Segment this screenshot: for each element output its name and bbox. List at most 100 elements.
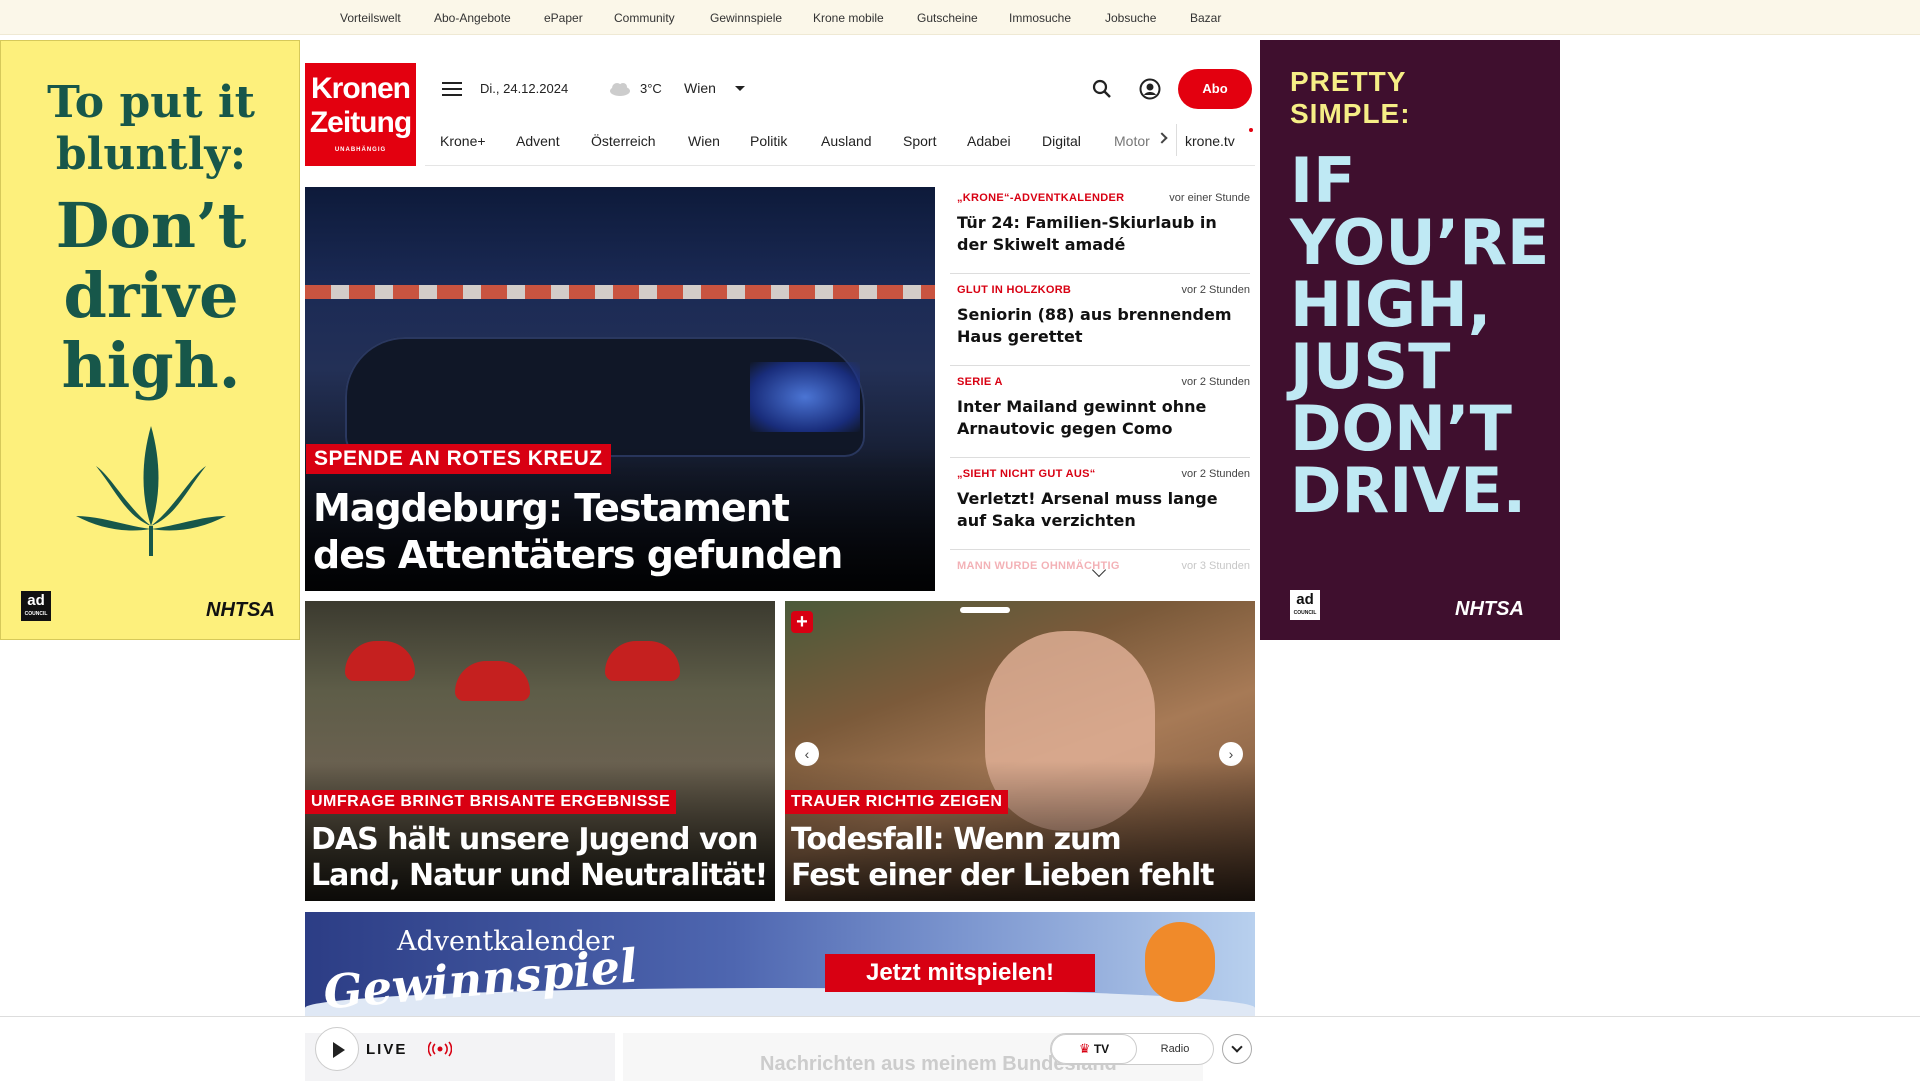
banner-cta-button[interactable]: Jetzt mitspielen! — [825, 954, 1095, 992]
logo-sub: UNABHÄNGIG — [334, 147, 387, 153]
news-list-item[interactable]: „KRONE“-ADVENTKALENDER vor einer Stunde … — [950, 182, 1250, 274]
topnav-link[interactable]: Bazar — [1190, 11, 1221, 25]
news-list-item[interactable]: SERIE A vor 2 Stunden Inter Mailand gewi… — [950, 366, 1250, 458]
ad-text: HIGH, — [1290, 268, 1492, 341]
right-ad-banner[interactable]: PRETTY SIMPLE: IF YOU’RE HIGH, JUST DON’… — [1260, 40, 1560, 640]
story-card[interactable]: + ‹ › TRAUER RICHTIG ZEIGEN Todesfall: W… — [785, 601, 1255, 901]
hero-story[interactable]: SPENDE AN ROTES KREUZ Magdeburg: Testame… — [305, 187, 935, 591]
card-tag: TRAUER RICHTIG ZEIGEN — [785, 790, 1009, 814]
live-label: LIVE — [366, 1041, 408, 1058]
advent-calendar-banner[interactable]: Adventkalender Gewinnspiel Jetzt mitspie… — [305, 912, 1255, 1016]
tv-radio-toggle[interactable]: ♛ TV Radio — [1050, 1033, 1214, 1065]
ad-text: SIMPLE: — [1290, 98, 1411, 129]
red-beret — [345, 641, 415, 681]
carousel-indicator — [960, 607, 1010, 613]
card-tag: UMFRAGE BRINGT BRISANTE ERGEBNISSE — [305, 790, 677, 814]
ad-council-logo: ad COUNCIL — [1290, 590, 1320, 620]
nav-item[interactable]: Motor — [1114, 133, 1150, 149]
ad-council-text: ad — [1296, 591, 1314, 608]
news-title: Inter Mailand gewinnt ohne Arnautovic ge… — [957, 397, 1207, 438]
news-kicker: GLUT IN HOLZKORB — [957, 284, 1072, 296]
cannabis-leaf-icon — [76, 426, 226, 556]
live-player-bar: Nachrichten aus meinem Bundesland LIVE ♛… — [0, 1016, 1920, 1081]
news-time: vor 2 Stunden — [1181, 376, 1251, 388]
topnav-link[interactable]: Abo-Angebote — [434, 11, 511, 25]
kronen-zeitung-logo[interactable]: Kronen Zeitung UNABHÄNGIG — [305, 63, 416, 166]
abo-button[interactable]: Abo — [1178, 69, 1252, 109]
hero-headline-line: des Attentäters gefunden — [313, 533, 843, 577]
tv-label: TV — [1093, 1042, 1110, 1056]
nav-item[interactable]: Österreich — [591, 133, 656, 149]
ad-text: IF — [1290, 144, 1356, 217]
krone-plus-icon: + — [791, 611, 813, 633]
card-headline-line: Todesfall: Wenn zum — [791, 822, 1122, 857]
ad-text: bluntly: — [55, 129, 247, 180]
nav-item[interactable]: Advent — [516, 133, 560, 149]
topnav-link[interactable]: Krone mobile — [813, 11, 884, 25]
krone-tv-link[interactable]: krone.tv — [1185, 133, 1235, 149]
radio-option[interactable]: Radio — [1137, 1034, 1213, 1064]
temperature: 3°C — [640, 81, 662, 96]
news-time: vor einer Stunde — [1169, 192, 1250, 204]
ad-text: DRIVE. — [1290, 454, 1527, 527]
expand-player-button[interactable] — [1222, 1034, 1252, 1064]
topnav-link[interactable]: Gewinnspiele — [710, 11, 782, 25]
chevron-down-icon — [1231, 1041, 1243, 1053]
left-ad-banner[interactable]: To put it bluntly: Don’t drive high. ad … — [0, 40, 300, 640]
news-time: vor 2 Stunden — [1181, 284, 1251, 296]
current-date: Di., 24.12.2024 — [480, 81, 569, 96]
nav-divider — [1176, 124, 1177, 156]
news-list-item[interactable]: GLUT IN HOLZKORB vor 2 Stunden Seniorin … — [950, 274, 1250, 366]
news-list-item[interactable]: „SIEHT NICHT GUT AUS“ vor 2 Stunden Verl… — [950, 458, 1250, 550]
crown-icon: ♛ — [1078, 1041, 1091, 1056]
topnav-link[interactable]: Jobsuche — [1105, 11, 1156, 25]
topnav-link[interactable]: Immosuche — [1009, 11, 1071, 25]
topnav-link[interactable]: Vorteilswelt — [340, 11, 401, 25]
ad-text: DON’T — [1290, 392, 1512, 465]
hero-tag: SPENDE AN ROTES KREUZ — [306, 444, 611, 474]
nav-item[interactable]: Wien — [688, 133, 720, 149]
broadcast-icon — [428, 1041, 452, 1057]
play-icon — [333, 1042, 345, 1058]
topnav-link[interactable]: ePaper — [544, 11, 583, 25]
hero-headline-line: Magdeburg: Testament — [313, 486, 790, 530]
nav-scroll-right-icon[interactable] — [1156, 132, 1168, 144]
nav-item[interactable]: Ausland — [821, 133, 872, 149]
ad-text: drive — [63, 259, 239, 332]
user-account-icon[interactable] — [1139, 78, 1161, 100]
nav-item[interactable]: Politik — [750, 133, 787, 149]
story-card[interactable]: UMFRAGE BRINGT BRISANTE ERGEBNISSE DAS h… — [305, 601, 775, 901]
ad-council-sub: COUNCIL — [24, 611, 48, 617]
card-headline-line: DAS hält unsere Jugend von — [311, 822, 758, 857]
nhtsa-logo: NHTSA — [1455, 598, 1524, 620]
blue-light — [750, 362, 860, 432]
tv-option[interactable]: ♛ TV — [1051, 1034, 1137, 1064]
top-utility-bar: Vorteilswelt Abo-Angebote ePaper Communi… — [0, 0, 1920, 35]
ad-council-text: ad — [27, 592, 45, 609]
news-title: Verletzt! Arsenal muss lange auf Saka ve… — [957, 489, 1218, 530]
nav-item[interactable]: Digital — [1042, 133, 1081, 149]
ad-text: To put it — [47, 77, 255, 128]
live-indicator-dot — [1249, 128, 1253, 132]
topnav-link[interactable]: Community — [614, 11, 675, 25]
topnav-link[interactable]: Gutscheine — [917, 11, 978, 25]
fox-mascot — [1145, 922, 1215, 1002]
nhtsa-logo: NHTSA — [206, 599, 275, 621]
hamburger-menu-icon[interactable] — [442, 81, 462, 97]
cloud-icon — [610, 83, 630, 96]
city-selector[interactable]: Wien — [684, 80, 716, 96]
chevron-down-icon[interactable] — [735, 86, 745, 91]
nav-item[interactable]: Adabei — [967, 133, 1011, 149]
news-kicker: SERIE A — [957, 376, 1003, 388]
ad-council-sub: COUNCIL — [1293, 610, 1317, 616]
logo-line: Zeitung — [309, 106, 412, 139]
ad-text: YOU’RE — [1290, 206, 1550, 279]
red-beret — [455, 661, 530, 701]
play-button[interactable] — [315, 1027, 359, 1071]
nav-item[interactable]: Sport — [903, 133, 936, 149]
search-icon[interactable] — [1092, 79, 1112, 99]
nav-item[interactable]: Krone+ — [440, 133, 486, 149]
news-time: vor 2 Stunden — [1181, 468, 1251, 480]
card-headline-line: Land, Natur und Neutralität! — [311, 858, 768, 893]
ad-text: PRETTY — [1290, 66, 1407, 97]
